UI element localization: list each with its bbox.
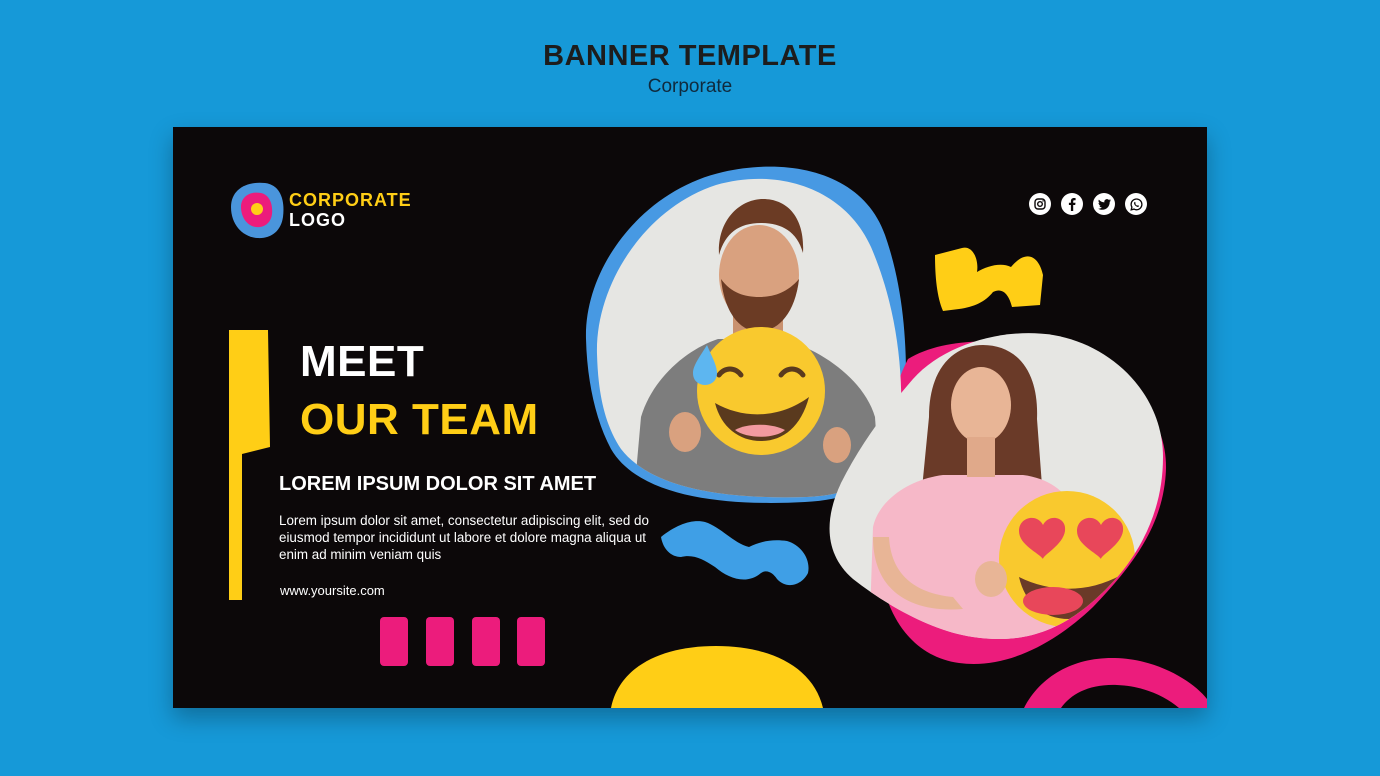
logo-line-1: CORPORATE <box>289 190 412 210</box>
pink-block-4 <box>517 617 545 666</box>
headline-line-1: MEET <box>300 337 425 386</box>
whatsapp-icon[interactable] <box>1125 193 1147 215</box>
page-subtitle: Corporate <box>647 76 733 97</box>
corporate-logo-mark <box>231 182 284 239</box>
pink-arc-shape <box>1024 657 1207 708</box>
subheading: LOREM IPSUM DOLOR SIT AMET <box>279 473 597 495</box>
logo-line-2: LOGO <box>289 210 346 230</box>
yellow-bar-shape <box>229 330 270 600</box>
banner: CORPORATE LOGO MEET OUR TEAM LOREM IPSUM… <box>173 127 1207 708</box>
twitter-icon[interactable] <box>1093 193 1115 215</box>
pink-block-3 <box>472 617 500 666</box>
website-link[interactable]: www.yoursite.com <box>280 583 385 598</box>
yellow-semicircle-shape <box>611 646 823 708</box>
headline-line-2: OUR TEAM <box>300 395 539 444</box>
page: BANNER TEMPLATE Corporate CORPORATE LOGO… <box>0 0 1380 776</box>
instagram-icon[interactable] <box>1029 193 1051 215</box>
facebook-icon[interactable] <box>1061 193 1083 215</box>
pink-block-2 <box>426 617 454 666</box>
pink-block-1 <box>380 617 408 666</box>
page-title: BANNER TEMPLATE <box>543 40 837 72</box>
yellow-squiggle-shape <box>935 247 1043 311</box>
corporate-logo-text: CORPORATE LOGO <box>289 190 412 230</box>
body-text: Lorem ipsum dolor sit amet, consectetur … <box>279 513 649 562</box>
blue-squiggle-shape <box>661 521 809 586</box>
